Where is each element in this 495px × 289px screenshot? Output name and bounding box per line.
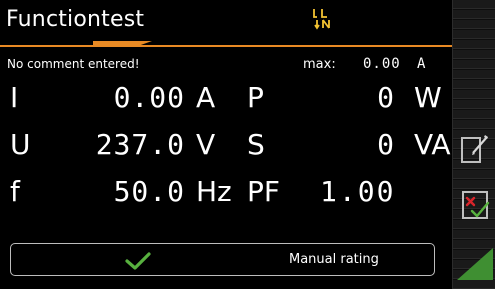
title-divider-tab	[93, 41, 139, 46]
power-value: 0	[377, 81, 395, 114]
power-symbol: P	[247, 81, 264, 114]
manual-rating-button[interactable]: Manual rating	[10, 243, 435, 276]
current-symbol: I	[10, 81, 19, 114]
frequency-unit: Hz	[196, 175, 232, 208]
phase-neutral-swap-icon	[313, 9, 330, 30]
function-test-screen: Functiontest No comment entered! max: 0.…	[0, 0, 495, 289]
manual-rating-label: Manual rating	[289, 252, 379, 267]
page-title: Functiontest	[6, 7, 145, 32]
title-bar: Functiontest	[0, 0, 452, 40]
frequency-symbol: f	[10, 175, 20, 208]
voltage-value: 237.0	[95, 128, 185, 161]
apparent-power-unit: VA	[414, 128, 451, 161]
power-factor-symbol: PF	[247, 175, 280, 208]
pass-fail-rating-icon[interactable]	[459, 185, 491, 225]
apparent-power-value: 0	[377, 128, 395, 161]
max-label: max:	[303, 57, 336, 72]
current-unit: A	[196, 81, 216, 114]
check-icon	[125, 252, 151, 270]
title-divider-notch	[138, 41, 152, 46]
current-value: 0.00	[113, 81, 185, 114]
apparent-power-symbol: S	[247, 128, 265, 161]
green-triangle-icon[interactable]	[449, 245, 495, 281]
voltage-unit: V	[196, 128, 216, 161]
frequency-value: 50.0	[113, 175, 185, 208]
voltage-symbol: U	[10, 128, 31, 161]
edit-comment-icon[interactable]	[459, 125, 491, 165]
title-divider	[0, 45, 452, 47]
power-factor-value: 1.00	[320, 175, 396, 208]
comment-text: No comment entered!	[7, 57, 140, 71]
power-unit: W	[414, 81, 442, 114]
max-unit: A	[417, 56, 426, 72]
max-value: 0.00	[363, 56, 401, 72]
